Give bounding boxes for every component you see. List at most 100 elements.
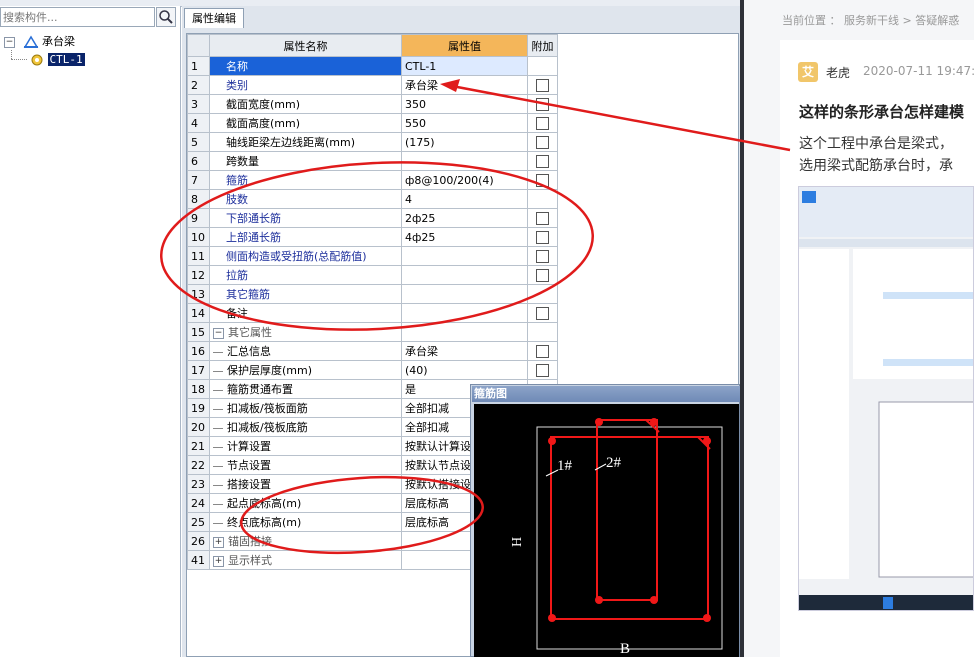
attach-cell: [527, 170, 558, 190]
dialog-title[interactable]: 箍筋图: [472, 386, 740, 402]
property-value[interactable]: [401, 303, 528, 323]
property-name[interactable]: 名称: [209, 56, 402, 76]
property-row[interactable]: 5 轴线距梁左边线距离(mm) (175): [187, 132, 558, 152]
property-value[interactable]: 2ф25: [401, 208, 528, 228]
attach-checkbox[interactable]: [536, 97, 549, 111]
avatar[interactable]: 艾: [798, 62, 818, 82]
property-name[interactable]: 上部通长筋: [209, 227, 402, 247]
property-value[interactable]: 承台梁: [401, 75, 528, 95]
property-name[interactable]: 起点底标高(m): [209, 493, 402, 513]
property-row[interactable]: 3 截面宽度(mm) 350: [187, 94, 558, 114]
property-name[interactable]: + 显示样式: [209, 550, 402, 570]
attach-checkbox[interactable]: [536, 211, 549, 225]
collapse-toggle-icon[interactable]: −: [4, 36, 15, 48]
tree-node-cap-beam[interactable]: − 承台梁: [4, 33, 75, 50]
property-row[interactable]: 14 备注: [187, 303, 558, 323]
tab-property-edit[interactable]: 属性编辑: [184, 8, 244, 28]
expand-icon[interactable]: +: [213, 536, 224, 548]
property-name[interactable]: − 其它属性: [209, 322, 402, 342]
attach-checkbox[interactable]: [536, 344, 549, 358]
property-value[interactable]: (40): [401, 360, 528, 380]
search-button[interactable]: [156, 7, 176, 27]
tree-line: [213, 522, 223, 524]
attach-checkbox[interactable]: [536, 78, 549, 92]
row-number: 7: [187, 170, 210, 190]
attach-checkbox[interactable]: [536, 135, 549, 149]
property-name[interactable]: 下部通长筋: [209, 208, 402, 228]
property-value[interactable]: 4: [401, 189, 528, 209]
property-row[interactable]: 9 下部通长筋 2ф25: [187, 208, 558, 228]
property-name[interactable]: 类别: [209, 75, 402, 95]
property-name[interactable]: 截面宽度(mm): [209, 94, 402, 114]
property-row[interactable]: 16 汇总信息 承台梁: [187, 341, 558, 361]
property-row[interactable]: 11 侧面构造或受扭筋(总配筋值): [187, 246, 558, 266]
property-row[interactable]: 2 类别 承台梁: [187, 75, 558, 95]
row-number: 1: [187, 56, 210, 76]
property-row[interactable]: 8 肢数 4: [187, 189, 558, 209]
attach-checkbox[interactable]: [536, 230, 549, 244]
property-name[interactable]: 扣减板/筏板面筋: [209, 398, 402, 418]
property-name-label: 跨数量: [226, 155, 259, 168]
property-row[interactable]: 17 保护层厚度(mm) (40): [187, 360, 558, 380]
property-name[interactable]: 备注: [209, 303, 402, 323]
property-name[interactable]: 截面高度(mm): [209, 113, 402, 133]
property-row[interactable]: 7 箍筋 ф8@100/200(4): [187, 170, 558, 190]
property-row[interactable]: 12 拉筋: [187, 265, 558, 285]
author-name[interactable]: 老虎: [826, 64, 850, 81]
attached-screenshot-thumbnail[interactable]: [798, 186, 974, 611]
property-value[interactable]: [401, 246, 528, 266]
property-value[interactable]: [401, 322, 528, 342]
property-name[interactable]: 肢数: [209, 189, 402, 209]
property-row[interactable]: 1 名称 CTL-1: [187, 56, 558, 76]
tree-node-ctl-1[interactable]: CTL-1: [30, 51, 85, 68]
search-input[interactable]: 搜索构件...: [0, 7, 155, 27]
property-name[interactable]: 侧面构造或受扭筋(总配筋值): [209, 246, 402, 266]
property-name-header[interactable]: 属性名称: [209, 34, 402, 57]
property-name[interactable]: 计算设置: [209, 436, 402, 456]
property-value[interactable]: 4ф25: [401, 227, 528, 247]
property-name[interactable]: 轴线距梁左边线距离(mm): [209, 132, 402, 152]
property-value[interactable]: CTL-1: [401, 56, 528, 76]
property-row[interactable]: 4 截面高度(mm) 550: [187, 113, 558, 133]
property-name[interactable]: 搭接设置: [209, 474, 402, 494]
property-row[interactable]: 10 上部通长筋 4ф25: [187, 227, 558, 247]
property-name[interactable]: 扣减板/筏板底筋: [209, 417, 402, 437]
property-name-label: 锚固搭接: [228, 535, 272, 548]
attach-checkbox[interactable]: [536, 306, 549, 320]
property-row[interactable]: 6 跨数量: [187, 151, 558, 171]
property-row[interactable]: 15− 其它属性: [187, 322, 558, 342]
attach-cell: [527, 303, 558, 323]
property-name[interactable]: 跨数量: [209, 151, 402, 171]
property-value[interactable]: 承台梁: [401, 341, 528, 361]
attach-header[interactable]: 附加: [527, 34, 558, 57]
attach-checkbox[interactable]: [536, 154, 549, 168]
attach-checkbox[interactable]: [536, 173, 549, 187]
property-name[interactable]: 保护层厚度(mm): [209, 360, 402, 380]
property-value[interactable]: ф8@100/200(4): [401, 170, 528, 190]
attach-checkbox[interactable]: [536, 268, 549, 282]
breadcrumb[interactable]: 当前位置 ： 服务新干线 > 答疑解惑: [782, 12, 959, 28]
property-name[interactable]: 其它箍筋: [209, 284, 402, 304]
property-name[interactable]: + 锚固搭接: [209, 531, 402, 551]
property-name[interactable]: 箍筋贯通布置: [209, 379, 402, 399]
property-value[interactable]: 550: [401, 113, 528, 133]
collapse-icon[interactable]: −: [213, 327, 224, 339]
attach-checkbox[interactable]: [536, 249, 549, 263]
property-value[interactable]: [401, 265, 528, 285]
property-value[interactable]: [401, 284, 528, 304]
property-value[interactable]: (175): [401, 132, 528, 152]
property-value[interactable]: 350: [401, 94, 528, 114]
property-name[interactable]: 汇总信息: [209, 341, 402, 361]
property-name-label: 节点设置: [227, 459, 271, 472]
expand-icon[interactable]: +: [213, 555, 224, 567]
attach-checkbox[interactable]: [536, 363, 549, 377]
property-name[interactable]: 拉筋: [209, 265, 402, 285]
attach-checkbox[interactable]: [536, 116, 549, 130]
property-row[interactable]: 13 其它箍筋: [187, 284, 558, 304]
property-name[interactable]: 终点底标高(m): [209, 512, 402, 532]
property-name[interactable]: 箍筋: [209, 170, 402, 190]
property-value-header[interactable]: 属性值: [401, 34, 528, 57]
property-name[interactable]: 节点设置: [209, 455, 402, 475]
property-value[interactable]: [401, 151, 528, 171]
property-name-label: 下部通长筋: [226, 212, 281, 225]
